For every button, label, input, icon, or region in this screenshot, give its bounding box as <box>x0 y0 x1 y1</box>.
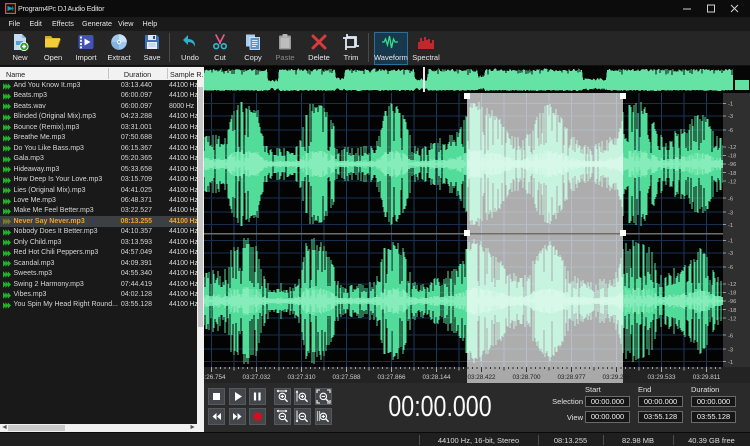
svg-text:03:27.866: 03:27.866 <box>377 374 406 381</box>
svg-text:03:29.533: 03:29.533 <box>647 374 676 381</box>
svg-text:-3: -3 <box>728 114 733 120</box>
svg-text:-3: -3 <box>728 251 733 257</box>
svg-text:03:26.754: 03:26.754 <box>204 374 226 381</box>
svg-text:03:28.700: 03:28.700 <box>512 374 541 381</box>
svg-text:-3: -3 <box>728 210 733 216</box>
svg-text:03:29.255: 03:29.255 <box>602 374 631 381</box>
svg-text:-96: -96 <box>728 162 736 168</box>
svg-text:-6: -6 <box>728 196 733 202</box>
svg-text:-12: -12 <box>728 179 736 185</box>
svg-text:03:29.811: 03:29.811 <box>693 374 721 381</box>
svg-text:-3: -3 <box>728 347 733 353</box>
svg-text:03:27.032: 03:27.032 <box>242 374 271 381</box>
svg-text:-18: -18 <box>728 291 736 297</box>
svg-text:-1: -1 <box>728 223 733 229</box>
svg-text:-6: -6 <box>728 128 733 134</box>
svg-text:-1: -1 <box>728 239 733 245</box>
svg-text:-1: -1 <box>728 102 733 108</box>
svg-text:03:28.977: 03:28.977 <box>557 374 586 381</box>
svg-text:-18: -18 <box>728 308 736 314</box>
svg-text:-6: -6 <box>728 333 733 339</box>
svg-text:03:27.588: 03:27.588 <box>332 374 361 381</box>
svg-text:03:28.422: 03:28.422 <box>467 374 496 381</box>
svg-text:-12: -12 <box>728 282 736 288</box>
svg-text:-18: -18 <box>728 154 736 160</box>
svg-text:-12: -12 <box>728 316 736 322</box>
svg-text:-18: -18 <box>728 171 736 177</box>
svg-text:-12: -12 <box>728 145 736 151</box>
svg-text:03:27.310: 03:27.310 <box>287 374 316 381</box>
svg-text:03:28.144: 03:28.144 <box>422 374 451 381</box>
svg-text:-6: -6 <box>728 265 733 271</box>
svg-text:-1: -1 <box>728 360 733 366</box>
svg-text:-96: -96 <box>728 299 736 305</box>
